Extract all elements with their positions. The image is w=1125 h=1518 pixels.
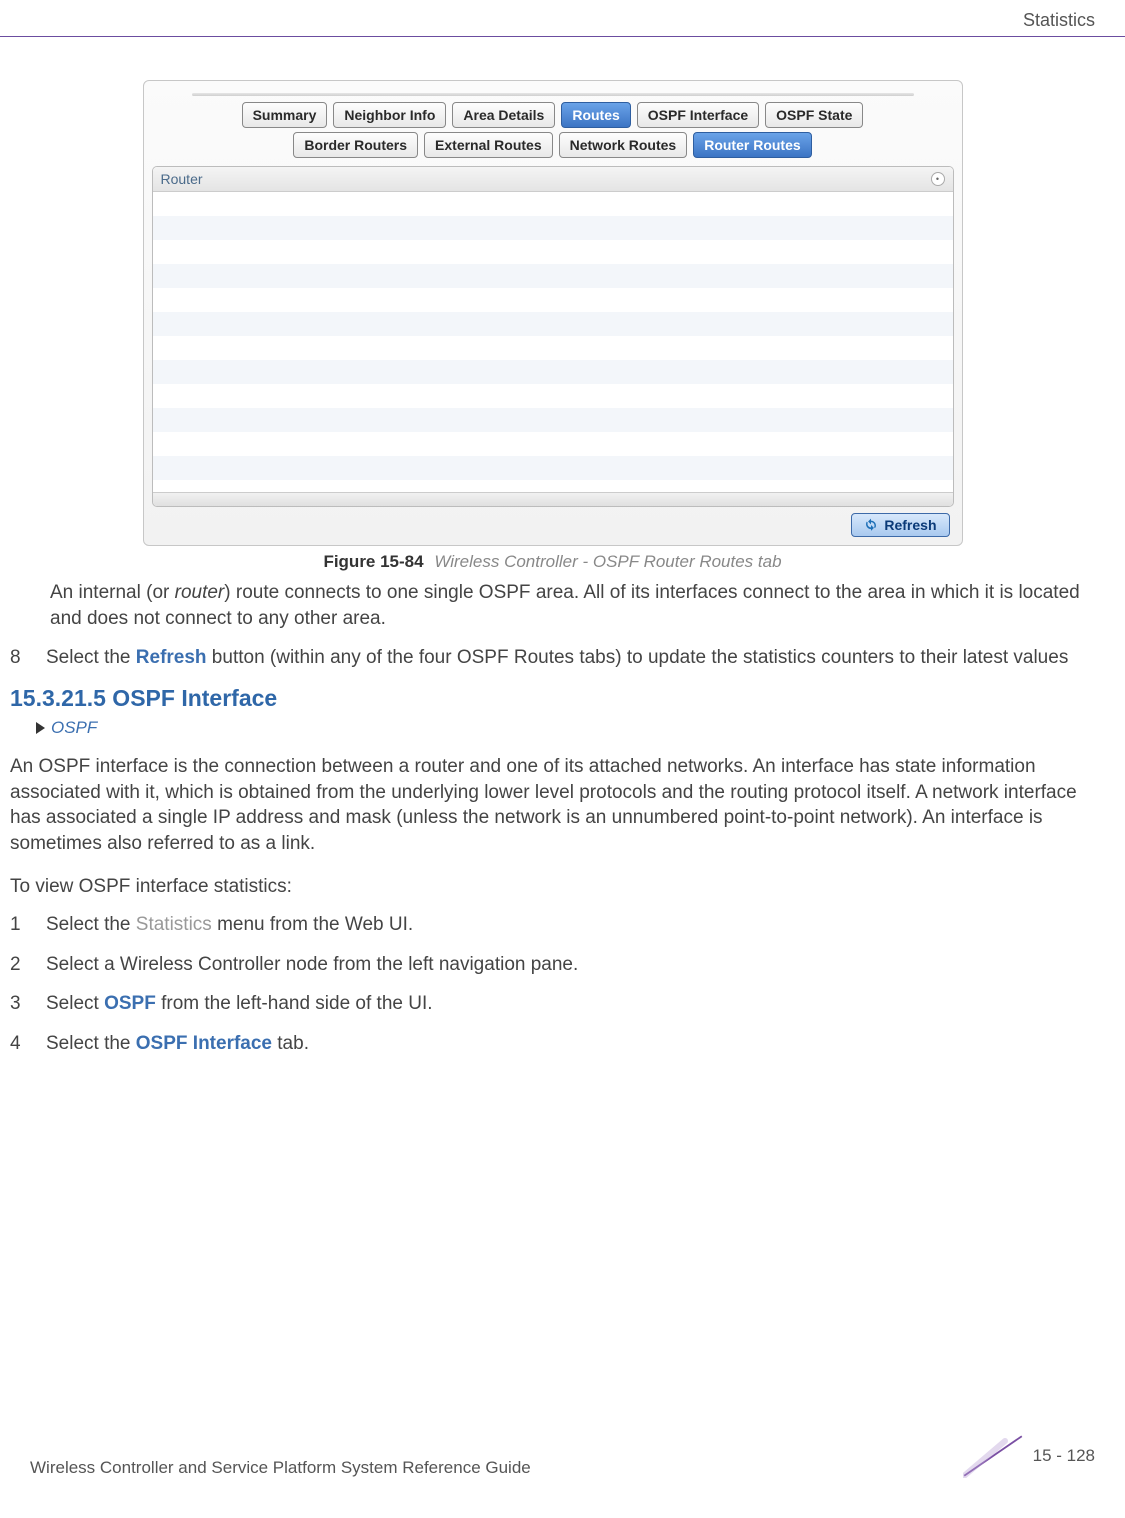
table-row [153, 312, 953, 336]
breadcrumb-ospf: OSPF [51, 718, 97, 738]
paragraph-ospf-interface-intro: An OSPF interface is the connection betw… [10, 754, 1095, 857]
step-number: 4 [10, 1031, 32, 1057]
table-row [153, 288, 953, 312]
step-4: 4 Select the OSPF Interface tab. [10, 1031, 1095, 1057]
tab-ospf-state[interactable]: OSPF State [765, 102, 863, 128]
tab-router-routes[interactable]: Router Routes [693, 132, 811, 158]
triangle-icon [36, 722, 45, 734]
header-rule [0, 36, 1125, 37]
table-row [153, 264, 953, 288]
tab-area-details[interactable]: Area Details [452, 102, 555, 128]
tab-summary[interactable]: Summary [242, 102, 328, 128]
table-row [153, 360, 953, 384]
table-row [153, 336, 953, 360]
figure-title: Wireless Controller - OSPF Router Routes… [434, 552, 781, 571]
step-number: 2 [10, 952, 32, 978]
step-number: 8 [10, 645, 32, 671]
step-1: 1 Select the Statistics menu from the We… [10, 912, 1095, 938]
sort-icon[interactable]: • [931, 172, 945, 186]
column-header-router: Router [161, 171, 203, 187]
tab-neighbor-info[interactable]: Neighbor Info [333, 102, 446, 128]
tab-network-routes[interactable]: Network Routes [559, 132, 688, 158]
paragraph-internal-route: An internal (or router) route connects t… [50, 580, 1095, 631]
step-3: 3 Select OSPF from the left-hand side of… [10, 991, 1095, 1017]
breadcrumb: OSPF [36, 718, 1095, 738]
table-row [153, 456, 953, 480]
figure-caption: Figure 15-84 Wireless Controller - OSPF … [143, 552, 963, 572]
tab-routes[interactable]: Routes [561, 102, 630, 128]
step-2: 2 Select a Wireless Controller node from… [10, 952, 1095, 978]
wing-logo-icon [963, 1434, 1023, 1478]
step-8: 8 Select the Refresh button (within any … [10, 645, 1095, 671]
step-number: 3 [10, 991, 32, 1017]
refresh-button-label: Refresh [884, 517, 936, 533]
keyword-statistics: Statistics [136, 914, 212, 935]
header-section: Statistics [1023, 10, 1095, 31]
keyword-ospf: OSPF [104, 993, 156, 1014]
table-row [153, 384, 953, 408]
figure-number: Figure 15-84 [323, 552, 423, 571]
footer-page-number: 15 - 128 [1033, 1446, 1095, 1466]
table-panel: Router • [152, 166, 954, 507]
table-row [153, 240, 953, 264]
table-row [153, 408, 953, 432]
table-header-row[interactable]: Router • [153, 167, 953, 192]
tab-row-secondary: Border Routers External Routes Network R… [152, 132, 954, 158]
keyword-refresh: Refresh [136, 647, 207, 668]
tab-border-routers[interactable]: Border Routers [293, 132, 418, 158]
ui-divider [192, 93, 914, 96]
table-row [153, 432, 953, 456]
table-scrollbar[interactable] [153, 492, 953, 506]
table-body [153, 192, 953, 492]
table-row [153, 192, 953, 216]
tab-row-primary: Summary Neighbor Info Area Details Route… [152, 102, 954, 128]
figure-screenshot: Summary Neighbor Info Area Details Route… [143, 80, 963, 572]
refresh-button[interactable]: Refresh [851, 513, 949, 537]
keyword-ospf-interface: OSPF Interface [136, 1033, 272, 1054]
section-heading: 15.3.21.5 OSPF Interface [10, 685, 1095, 712]
paragraph-to-view: To view OSPF interface statistics: [10, 874, 1095, 900]
table-row [153, 216, 953, 240]
tab-external-routes[interactable]: External Routes [424, 132, 553, 158]
step-number: 1 [10, 912, 32, 938]
footer-guide-title: Wireless Controller and Service Platform… [30, 1458, 531, 1478]
tab-ospf-interface[interactable]: OSPF Interface [637, 102, 759, 128]
refresh-icon [864, 518, 878, 532]
